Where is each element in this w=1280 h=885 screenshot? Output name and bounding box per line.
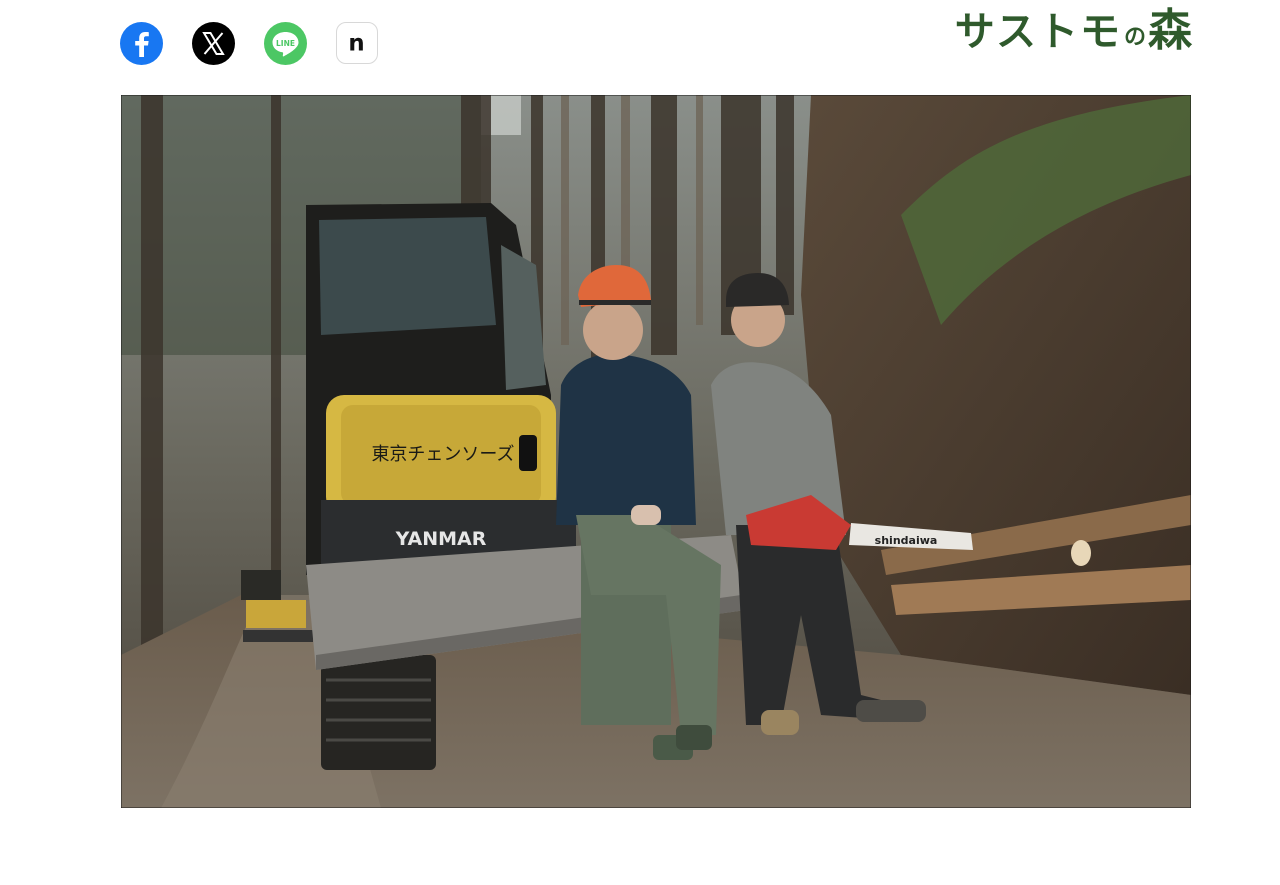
note-icon: n — [348, 31, 364, 57]
x-icon — [202, 32, 225, 55]
x-share-button[interactable] — [192, 22, 235, 65]
facebook-icon — [135, 32, 149, 57]
chainsaw-brand-text: shindaiwa — [875, 534, 938, 547]
note-icon-label: n — [348, 31, 364, 57]
line-icon: LINE — [272, 32, 299, 57]
note-share-button[interactable]: n — [336, 22, 378, 64]
excavator-company-text: 東京チェンソーズ — [371, 444, 514, 465]
hero-photo: 東京チェンソーズ YANMAR shindaiwa — [121, 95, 1191, 808]
line-share-button[interactable]: LINE — [264, 22, 307, 65]
line-icon-label: LINE — [276, 39, 295, 48]
logo-mori-text: 森 — [1148, 5, 1192, 56]
excavator-brand-text: YANMAR — [395, 528, 487, 550]
logo-main-text: サストモ — [954, 9, 1122, 55]
share-bar: LINE n — [120, 22, 378, 65]
page: LINE n サストモ の 森 東京チェンソーズ YANMAR shindaiw… — [0, 0, 1280, 885]
logo-particle: の — [1123, 25, 1146, 50]
facebook-share-button[interactable] — [120, 22, 163, 65]
site-logo[interactable]: サストモ の 森 — [955, 2, 1192, 58]
